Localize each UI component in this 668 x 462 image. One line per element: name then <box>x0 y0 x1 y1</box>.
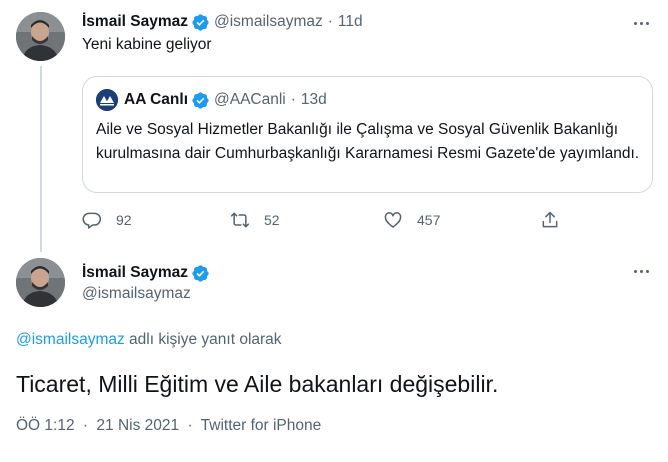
quoted-tweet-header: AA Canlı @AACanli · 13d <box>96 89 327 111</box>
separator-dot: · <box>187 417 193 434</box>
more-icon[interactable] <box>630 260 652 282</box>
like-count: 457 <box>417 212 441 228</box>
reply-icon <box>82 212 102 229</box>
avatar[interactable] <box>16 258 65 307</box>
quoted-author-name: AA Canlı <box>124 91 189 108</box>
thread-connector-line <box>40 66 42 252</box>
tweet-date[interactable]: 21 Nis 2021 <box>96 417 179 434</box>
tweet-header: İsmail Saymaz @ismailsaymaz · 11d <box>82 10 363 34</box>
author-name[interactable]: İsmail Saymaz <box>82 13 188 31</box>
author-handle[interactable]: @ismailsaymaz <box>82 285 191 303</box>
tweet-quoted-parent[interactable]: İsmail Saymaz @ismailsaymaz · 11d Yeni k… <box>0 0 668 252</box>
separator-dot: · <box>82 417 89 434</box>
verified-badge-icon <box>192 264 209 282</box>
verified-badge-icon <box>192 91 209 109</box>
avatar-image <box>16 258 65 307</box>
focused-tweet-author: İsmail Saymaz <box>82 262 214 284</box>
retweet-button[interactable]: 52 <box>230 206 280 234</box>
reply-button[interactable]: 92 <box>82 206 132 234</box>
reply-to-handle-link[interactable]: @ismailsaymaz <box>16 331 125 348</box>
focused-tweet-text: Ticaret, Milli Eğitim ve Aile bakanları … <box>16 371 499 397</box>
aa-logo-icon <box>96 89 118 111</box>
separator-dot: · <box>290 91 296 108</box>
quoted-author-handle: @AACanli <box>214 91 286 108</box>
author-handle[interactable]: @ismailsaymaz <box>214 13 323 31</box>
tweet-time[interactable]: 11d <box>338 13 363 31</box>
quoted-tweet-text: Aile ve Sosyal Hizmetler Bakanlığı ile Ç… <box>96 121 640 162</box>
quoted-avatar <box>96 89 118 111</box>
share-button[interactable] <box>540 206 574 234</box>
replying-to: @ismailsaymaz adlı kişiye yanıt olarak <box>16 331 282 349</box>
verified-badge-icon <box>192 13 209 31</box>
quoted-tweet-time: 13d <box>300 91 327 108</box>
tweet-text: Yeni kabine geliyor <box>82 36 212 53</box>
avatar[interactable] <box>16 12 65 61</box>
avatar-image <box>16 12 65 61</box>
more-icon[interactable] <box>630 12 652 34</box>
like-button[interactable]: 457 <box>383 206 440 234</box>
quoted-tweet-card[interactable]: AA Canlı @AACanli · 13d Aile ve Sosyal H… <box>82 76 653 193</box>
retweet-icon <box>230 212 250 228</box>
author-name[interactable]: İsmail Saymaz <box>82 264 188 282</box>
tweet-source[interactable]: Twitter for iPhone <box>201 417 322 434</box>
separator-dot: · <box>327 13 333 30</box>
reply-count: 92 <box>116 212 132 228</box>
like-icon <box>384 212 402 228</box>
tweet-time[interactable]: ÖÖ 1:12 <box>16 417 75 434</box>
share-icon <box>542 211 558 228</box>
tweet-action-bar: 92 52 457 <box>82 206 562 234</box>
tweet-metadata: ÖÖ 1:12 · 21 Nis 2021 · Twitter for iPho… <box>16 417 321 435</box>
reply-to-label: adlı kişiye yanıt olarak <box>124 331 282 348</box>
retweet-count: 52 <box>264 212 280 228</box>
